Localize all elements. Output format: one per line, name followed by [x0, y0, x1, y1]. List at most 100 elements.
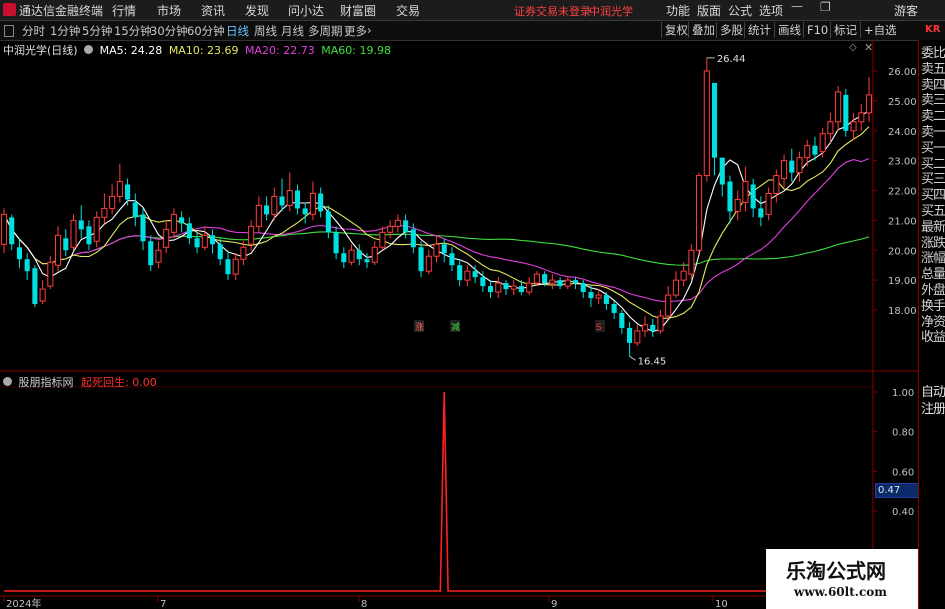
candle-body — [425, 255, 432, 272]
event-marker-label: S — [596, 323, 602, 333]
close-icon[interactable]: ✕ — [864, 41, 873, 54]
tab-60min[interactable]: 60分钟 — [187, 23, 225, 39]
tab-5min[interactable]: 5分钟 — [82, 23, 112, 39]
menu-function[interactable]: 功能 — [666, 2, 690, 19]
chart-area[interactable]: 26.00 25.00 24.00 23.00 22.00 21.00 20.00 19.00… — [0, 40, 918, 609]
menu-formula[interactable]: 公式 — [728, 2, 752, 19]
subchart-header: 股朋指标网 起死回生: 0.00 — [3, 374, 157, 390]
watermark-title: 乐淘公式网 — [786, 559, 886, 583]
candle-body — [703, 70, 710, 177]
menu-news[interactable]: 资讯 — [201, 2, 225, 19]
button-draw[interactable]: 画线 — [774, 22, 804, 38]
candle-body — [503, 283, 509, 290]
side-index-6[interactable]: 买一 — [920, 141, 945, 157]
side-index-7[interactable]: 买二 — [920, 157, 945, 173]
diamond-icon[interactable]: ◇ — [849, 42, 857, 53]
tab-1min[interactable]: 1分钟 — [50, 23, 80, 39]
menu-ask[interactable]: 问小达 — [288, 2, 324, 19]
ma5-label: MA5: 24.28 — [99, 44, 163, 57]
candle-body — [132, 202, 138, 218]
candle-body — [812, 145, 818, 155]
event-marker-label: 涨 — [415, 322, 424, 333]
side-index-17[interactable]: 净资 — [920, 315, 945, 331]
side-index-11[interactable]: 最新 — [920, 220, 945, 236]
candle-body — [16, 247, 22, 260]
tab-15min[interactable]: 15分钟 — [114, 23, 152, 39]
chevron-right-icon[interactable]: › — [367, 23, 372, 37]
indicator-layer — [4, 391, 869, 592]
menu-options[interactable]: 选项 — [759, 2, 783, 19]
kr-label[interactable]: KR — [925, 24, 940, 35]
menu-quotes[interactable]: 行情 — [112, 2, 136, 19]
eye-icon[interactable] — [84, 45, 94, 54]
button-stats[interactable]: 统计 — [744, 22, 774, 38]
candle-body — [780, 160, 788, 180]
menu-layout[interactable]: 版面 — [697, 2, 721, 19]
side-index-4[interactable]: 卖二 — [920, 109, 945, 125]
eye-icon[interactable] — [3, 377, 12, 386]
button-multi-stock[interactable]: 多股 — [716, 22, 746, 38]
minimize-icon[interactable]: — — [791, 0, 803, 13]
candle-body — [488, 286, 494, 293]
menu-discover[interactable]: 发现 — [245, 2, 269, 19]
tab-weekly[interactable]: 周线 — [254, 23, 277, 39]
side-index-5[interactable]: 卖一 — [920, 125, 945, 141]
side-index-15[interactable]: 外盘 — [920, 283, 945, 299]
candle-body — [364, 259, 370, 263]
current-stock-name: 中润光学 — [589, 5, 633, 18]
side-index-12[interactable]: 涨跌 — [920, 236, 945, 252]
tab-monthly[interactable]: 月线 — [281, 23, 304, 39]
login-notice[interactable]: 证券交易未登录 — [514, 3, 591, 19]
side-index-19[interactable]: 自动 — [920, 385, 945, 401]
candle-body — [595, 294, 602, 299]
candle-body — [55, 234, 62, 266]
side-index-3[interactable]: 卖三 — [920, 93, 945, 109]
candle-body — [309, 192, 316, 215]
candle-body — [302, 208, 308, 215]
menu-trade[interactable]: 交易 — [396, 2, 420, 19]
tab-30min[interactable]: 30分钟 — [150, 23, 188, 39]
menu-market[interactable]: 市场 — [157, 2, 181, 19]
restore-icon[interactable]: ❐ — [820, 0, 831, 14]
side-index-13[interactable]: 涨幅 — [920, 251, 945, 267]
side-index-1[interactable]: 卖五 — [920, 62, 945, 78]
button-overlay[interactable]: 叠加 — [688, 22, 718, 38]
collapse-icon[interactable] — [4, 25, 14, 37]
side-index-0[interactable]: 委比 — [920, 46, 945, 62]
tick-label-layer: 26.00 25.00 24.00 23.00 22.00 21.00 20.00 19.00… — [3, 54, 917, 609]
button-f10[interactable]: F10 — [803, 22, 831, 38]
candle-body — [403, 220, 409, 233]
main-chart-header: 中润光学(日线) MA5: 24.28 MA10: 23.69 MA20: 22… — [3, 42, 391, 57]
candle-body — [858, 112, 865, 123]
tab-more[interactable]: 更多 — [344, 23, 367, 39]
candle-body — [580, 283, 586, 293]
side-index-8[interactable]: 买三 — [920, 172, 945, 188]
tab-intraday[interactable]: 分时 — [22, 23, 45, 39]
candle-body — [734, 198, 741, 212]
button-adjust[interactable]: 复权 — [661, 22, 691, 38]
period-toolbar: 分时 1分钟 5分钟 15分钟 30分钟 60分钟 日线 周线 月线 多周期 更… — [0, 21, 945, 41]
candle-body — [657, 315, 664, 332]
indicator-value: 起死回生: 0.00 — [81, 376, 157, 389]
side-index-9[interactable]: 买四 — [920, 188, 945, 204]
side-index-2[interactable]: 卖四 — [920, 78, 945, 94]
side-index-18[interactable]: 收益 — [920, 330, 945, 346]
side-index-16[interactable]: 换手 — [920, 299, 945, 315]
side-index-10[interactable]: 买五 — [920, 204, 945, 220]
button-add-watchlist[interactable]: +自选 — [860, 22, 900, 38]
candle-body — [78, 220, 84, 230]
side-index-20[interactable]: 注册 — [920, 402, 945, 418]
high-price-label: 26.44 — [717, 54, 746, 65]
candle-body — [294, 190, 301, 209]
menu-wealth[interactable]: 财富圈 — [340, 2, 376, 19]
candle-body — [680, 270, 687, 281]
price-tick-label: 25.00 — [888, 97, 917, 108]
tab-multi-period[interactable]: 多周期 — [308, 23, 343, 39]
user-label[interactable]: 游客 — [894, 2, 918, 19]
side-index-panel: 委比 卖五 卖四 卖三 卖二 卖一 买一 买二 买三 买四 买五 最新 涨跌 涨幅 总量 外盘 换手 净资 收益自动… — [918, 40, 945, 609]
candle-body — [789, 160, 795, 173]
button-mark[interactable]: 标记 — [830, 22, 860, 38]
indicator-line — [4, 391, 869, 592]
side-index-14[interactable]: 总量 — [920, 267, 945, 283]
tab-daily[interactable]: 日线 — [226, 23, 249, 39]
